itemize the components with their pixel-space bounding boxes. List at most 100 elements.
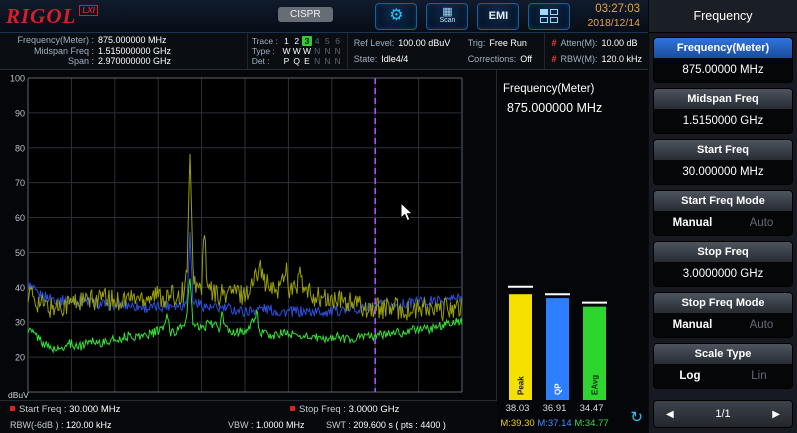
clock-time: 03:27:03 <box>587 3 640 17</box>
option-log[interactable]: Log <box>679 370 700 382</box>
meter-readout-value: 875.000000 MHz <box>503 98 602 118</box>
frequency-status-block: Frequency(Meter) : 875.000000 MHz Midspa… <box>0 33 248 69</box>
spectrum-plot-column: 1009080706050403020 dBuV Start Freq : 30… <box>0 70 497 433</box>
swt-readout: SWT : 209.600 s ( pts : 4400 ) <box>326 420 446 430</box>
sidebar-item-toggle: Log Lin <box>654 364 792 388</box>
meter-bar-label: Peak <box>517 376 526 395</box>
trace-row-label: Trace : <box>252 36 282 46</box>
trace-cell[interactable]: N <box>322 56 332 66</box>
sidebar-item-header[interactable]: Start Freq Mode <box>654 191 792 211</box>
trace-row-label: Type : <box>252 46 282 56</box>
trace-cell[interactable]: 1 <box>281 36 291 46</box>
sidebar-item-start-freq[interactable]: Start Freq 30.000000 MHz <box>654 140 792 184</box>
option-lin[interactable]: Lin <box>751 370 766 382</box>
pager-prev-button[interactable]: ◀ <box>666 409 674 420</box>
trace-cell[interactable]: P <box>281 56 291 66</box>
emi-mode-button[interactable]: EMI <box>477 3 519 30</box>
trace-row-label: Det : <box>252 56 282 66</box>
status-label: Span : <box>6 56 94 67</box>
window-layout-button[interactable] <box>528 3 570 30</box>
spectrum-chart: 1009080706050403020 <box>0 70 497 400</box>
rbw-value: 120.00 kHz <box>66 420 112 430</box>
sweep-info-bar: Start Freq : 30.000 MHz Stop Freq : 3.00… <box>0 400 497 433</box>
trace-cell[interactable]: N <box>312 56 322 66</box>
emi-button-label: EMI <box>489 10 509 22</box>
sidebar-title: Frequency <box>649 0 797 33</box>
red-marker <box>290 406 295 411</box>
status-value: 10.00 dB <box>601 38 637 49</box>
sidebar-item-frequency-meter[interactable]: Frequency(Meter) 875.00000 MHz <box>654 38 792 82</box>
y-axis-tick: 20 <box>15 353 25 363</box>
scan-button-label: Scan <box>439 17 455 25</box>
sidebar-item-header[interactable]: Frequency(Meter) <box>654 38 792 58</box>
sidebar-item-header[interactable]: Stop Freq Mode <box>654 293 792 313</box>
y-axis-tick: 100 <box>10 74 25 84</box>
option-auto[interactable]: Auto <box>750 217 774 229</box>
lxi-badge: LXI <box>79 5 97 16</box>
peak-max-value: M:39.30 <box>499 418 536 429</box>
trace-cell[interactable]: 3 <box>302 36 312 46</box>
scan-grid-icon: ▦ <box>442 7 452 17</box>
status-label: Atten(M): <box>560 38 597 49</box>
meter-bar-label: EAvg <box>591 375 600 395</box>
status-row: Midspan Freq : 1.515000000 GHz <box>6 46 241 57</box>
sidebar-item-stop-freq[interactable]: Stop Freq 3.0000000 GHz <box>654 242 792 286</box>
trace-cell[interactable]: N <box>333 46 343 56</box>
status-column: Ref Level:100.00 dBuV State:Idle4/4 <box>354 35 458 67</box>
y-axis-unit-label: dBuV <box>8 390 29 400</box>
status-label: Ref Level: <box>354 38 395 49</box>
trace-cell[interactable]: 6 <box>333 36 343 46</box>
option-auto[interactable]: Auto <box>750 319 774 331</box>
top-bar: RIGOL LXI CISPR ⚙ ▦ Scan EMI 03:27:03 <box>0 0 648 33</box>
y-axis-tick: 80 <box>15 143 25 153</box>
trace-cell[interactable]: W <box>281 46 291 56</box>
rigol-emi-analyzer-screen: RIGOL LXI CISPR ⚙ ▦ Scan EMI 03:27:03 <box>0 0 797 433</box>
stop-freq-readout: Stop Freq : 3.0000 GHz <box>290 404 399 415</box>
measurement-area: 1009080706050403020 dBuV Start Freq : 30… <box>0 70 648 433</box>
meter-restart-icon[interactable]: ↻ <box>630 408 643 426</box>
trace-cell[interactable]: N <box>312 46 322 56</box>
main-region: RIGOL LXI CISPR ⚙ ▦ Scan EMI 03:27:03 <box>0 0 648 433</box>
status-label: Midspan Freq : <box>6 46 94 57</box>
option-manual[interactable]: Manual <box>673 319 713 331</box>
trace-cell[interactable]: N <box>333 56 343 66</box>
hash-marker: # <box>551 38 556 49</box>
trace-cell[interactable]: W <box>302 46 312 56</box>
sidebar-item-header[interactable]: Stop Freq <box>654 242 792 262</box>
sidebar-item-header[interactable]: Scale Type <box>654 344 792 364</box>
sidebar-item-stop-freq-mode[interactable]: Stop Freq Mode Manual Auto <box>654 293 792 337</box>
pager-next-button[interactable]: ▶ <box>772 409 780 420</box>
trace-cell[interactable]: N <box>322 46 332 56</box>
status-label: Frequency(Meter) : <box>6 35 94 46</box>
status-bar: Frequency(Meter) : 875.000000 MHz Midspa… <box>0 33 648 70</box>
swt-label: SWT : <box>326 420 351 430</box>
trace-cell[interactable]: 5 <box>322 36 332 46</box>
trace-cell[interactable]: Q <box>292 56 302 66</box>
y-axis-tick: 30 <box>15 318 25 328</box>
eavg-max-value: M:34.77 <box>573 418 610 429</box>
cispr-badge[interactable]: CISPR <box>278 7 333 22</box>
status-row: Span : 2.970000000 GHz <box>6 56 241 67</box>
status-row: Frequency(Meter) : 875.000000 MHz <box>6 35 241 46</box>
sidebar-item-scale-type[interactable]: Scale Type Log Lin <box>654 344 792 388</box>
scan-button[interactable]: ▦ Scan <box>426 3 468 30</box>
sidebar-item-header[interactable]: Start Freq <box>654 140 792 160</box>
y-axis-tick: 50 <box>15 248 25 258</box>
sidebar-item-start-freq-mode[interactable]: Start Freq Mode Manual Auto <box>654 191 792 235</box>
status-value: 875.000000 MHz <box>98 35 167 46</box>
qp-max-value: M:37.14 <box>536 418 573 429</box>
system-settings-button[interactable]: ⚙ <box>375 3 417 30</box>
sidebar-item-toggle: Manual Auto <box>654 211 792 235</box>
clock: 03:27:03 2018/12/14 <box>587 3 642 29</box>
option-manual[interactable]: Manual <box>673 217 713 229</box>
spectrum-plot[interactable]: 1009080706050403020 dBuV <box>0 70 497 400</box>
trace-cell[interactable]: 2 <box>292 36 302 46</box>
trace-cell[interactable]: 4 <box>312 36 322 46</box>
gear-icon: ⚙ <box>389 8 403 24</box>
trace-cell[interactable]: W <box>292 46 302 56</box>
status-value: Free Run <box>489 38 527 49</box>
y-axis-tick: 60 <box>15 213 25 223</box>
sidebar-item-header[interactable]: Midspan Freq <box>654 89 792 109</box>
sidebar-item-midspan-freq[interactable]: Midspan Freq 1.5150000 GHz <box>654 89 792 133</box>
trace-cell[interactable]: E <box>302 56 312 66</box>
